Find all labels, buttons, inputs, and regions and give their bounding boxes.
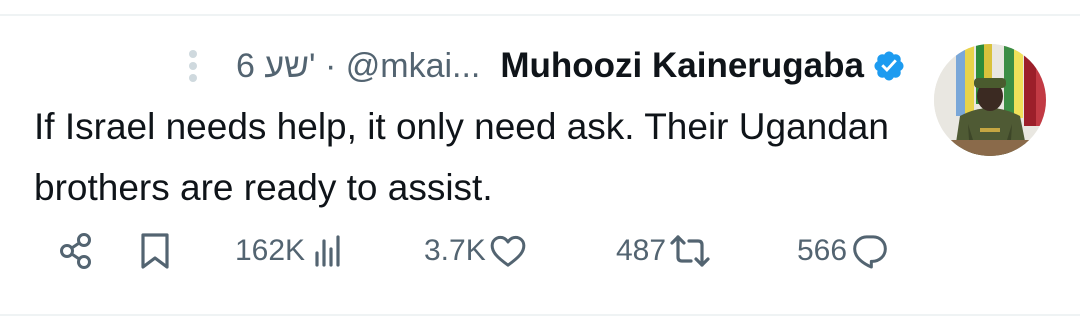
tweet-header: 6 שע' · @mkai... Muhoozi Kainerugaba — [186, 42, 908, 90]
retweets-count: 487 — [616, 234, 667, 267]
author-avatar[interactable] — [934, 44, 1046, 156]
replies-count: 566 — [797, 234, 848, 267]
reply-button[interactable]: 566 — [797, 227, 891, 275]
heart-icon — [488, 231, 528, 271]
author-display-name[interactable]: Muhoozi Kainerugaba — [500, 46, 864, 86]
tweet-timestamp[interactable]: 6 שע' — [236, 47, 315, 86]
likes-count: 3.7K — [424, 234, 486, 267]
meta-separator: · — [324, 46, 337, 85]
retweet-button[interactable]: 487 — [616, 227, 712, 275]
views-count: 162K — [235, 234, 306, 267]
bookmark-button[interactable] — [137, 227, 173, 275]
share-button[interactable] — [56, 227, 96, 275]
bottom-divider — [0, 314, 1080, 316]
reply-icon — [849, 231, 891, 271]
views-button[interactable]: 162K — [235, 227, 347, 275]
more-options-icon[interactable] — [186, 48, 200, 84]
top-divider — [0, 14, 1080, 16]
share-icon — [56, 231, 96, 271]
like-button[interactable]: 3.7K — [424, 227, 528, 275]
bookmark-icon — [137, 231, 173, 271]
verified-badge-icon[interactable] — [872, 48, 908, 84]
views-icon — [311, 231, 347, 271]
tweet-text: If Israel needs help, it only need ask. … — [34, 106, 889, 208]
author-handle[interactable]: @mkai... — [346, 47, 481, 86]
retweet-icon — [668, 231, 712, 271]
